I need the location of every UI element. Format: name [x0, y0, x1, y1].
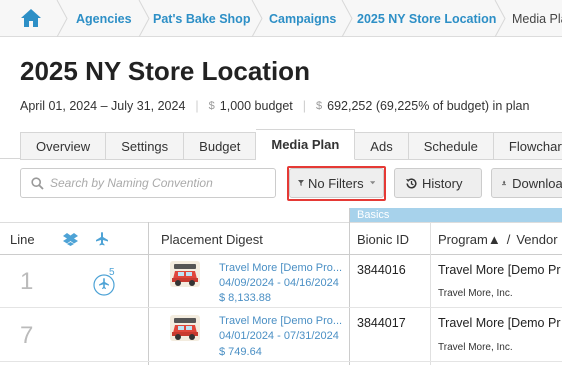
col-placement-digest[interactable]: Placement Digest [161, 223, 263, 255]
home-icon[interactable] [20, 8, 42, 28]
tab-settings[interactable]: Settings [106, 132, 185, 160]
line-number: 1 [20, 268, 34, 295]
campaign-summary: April 01, 2024 – July 31, 2024 | $ 1,000… [20, 99, 529, 113]
plane-glyph [96, 232, 108, 246]
download-button[interactable]: Download [491, 168, 562, 198]
tab-overview[interactable]: Overview [20, 132, 107, 160]
car-thumbnail-icon [170, 315, 200, 341]
dropbox-icon[interactable] [63, 223, 78, 255]
budget-value: 1,000 budget [219, 99, 293, 113]
tab-schedule[interactable]: Schedule [408, 132, 494, 160]
col-program-vendor[interactable]: Program▲ / Vendor [438, 223, 558, 255]
plane-circle-glyph [93, 274, 115, 296]
line-number: 7 [20, 322, 34, 349]
breadcrumb: Agencies Pat's Bake Shop Campaigns 2025 … [0, 0, 562, 37]
search-input[interactable]: Search by Naming Convention [20, 168, 276, 198]
placement-name-link[interactable]: Travel More [Demo Pro... [219, 262, 342, 274]
bionic-id: 3844017 [357, 316, 406, 330]
col-bionic-id[interactable]: Bionic ID [357, 223, 409, 255]
placement-name-link[interactable]: Travel More [Demo Pro... [219, 315, 342, 327]
col-vendor: Vendor [516, 231, 558, 247]
plane-icon[interactable] [95, 223, 109, 255]
table-header: Line Placement Digest Bionic ID Program▲… [0, 222, 562, 255]
planned-value: 692,252 (69,225% of budget) in plan [327, 99, 530, 113]
table-row[interactable]: 1 5 Travel More [Demo Pro... 04/09/2024 … [0, 255, 562, 308]
breadcrumb-client[interactable]: Pat's Bake Shop [153, 0, 250, 37]
col-line[interactable]: Line [10, 223, 35, 255]
search-icon [31, 176, 44, 190]
history-icon [406, 177, 417, 189]
tab-media-plan[interactable]: Media Plan [256, 129, 356, 160]
tab-bar: Overview Settings Budget Media Plan Ads … [20, 129, 562, 160]
filters-highlight [287, 166, 386, 201]
divider: | [195, 99, 199, 113]
breadcrumb-agencies[interactable]: Agencies [76, 0, 132, 37]
tab-ads[interactable]: Ads [355, 132, 409, 160]
box-glyph [63, 232, 78, 246]
date-range: April 01, 2024 – July 31, 2024 [20, 99, 186, 113]
currency-icon: $ [208, 100, 215, 112]
bionic-id: 3844016 [357, 263, 406, 277]
breadcrumb-current: Media Pla [512, 11, 562, 26]
breadcrumb-campaign[interactable]: 2025 NY Store Location [357, 0, 496, 37]
vendor-name: Travel More, Inc. [438, 288, 513, 299]
chevron-right-icon [341, 0, 353, 37]
search-placeholder: Search by Naming Convention [50, 176, 213, 190]
tab-budget[interactable]: Budget [184, 132, 257, 160]
history-label: History [422, 175, 463, 191]
flight-count-icon[interactable]: 5 [93, 267, 121, 302]
placement-amount: $ 8,133.88 [219, 292, 271, 304]
car-thumbnail-icon [170, 261, 200, 287]
flight-count-badge: 5 [109, 267, 115, 278]
table-row[interactable]: 7 Travel More [Demo Pro... 04/01/2024 - … [0, 309, 562, 362]
history-button[interactable]: History [394, 168, 482, 198]
placement-dates: 04/09/2024 - 04/16/2024 [219, 277, 339, 289]
download-icon [502, 180, 507, 186]
vendor-name: Travel More, Inc. [438, 342, 513, 353]
divider: | [302, 99, 307, 113]
currency-icon: $ [316, 100, 323, 112]
placement-amount: $ 749.64 [219, 346, 262, 358]
col-program: Program▲ [438, 231, 501, 247]
chevron-right-icon [138, 0, 150, 37]
breadcrumb-campaigns[interactable]: Campaigns [269, 0, 336, 37]
placement-dates: 04/01/2024 - 07/31/2024 [219, 330, 339, 342]
chevron-right-icon [251, 0, 263, 37]
tab-flowchart[interactable]: Flowchart [493, 132, 562, 160]
program-name: Travel More [Demo Pr [438, 316, 561, 330]
group-band-basics: Basics [350, 208, 562, 222]
page-title: 2025 NY Store Location [20, 56, 310, 86]
chevron-right-icon [56, 0, 68, 37]
program-name: Travel More [Demo Pr [438, 263, 561, 277]
chevron-right-icon [494, 0, 506, 37]
download-label: Download [512, 175, 562, 191]
col-separator: / [506, 231, 511, 247]
